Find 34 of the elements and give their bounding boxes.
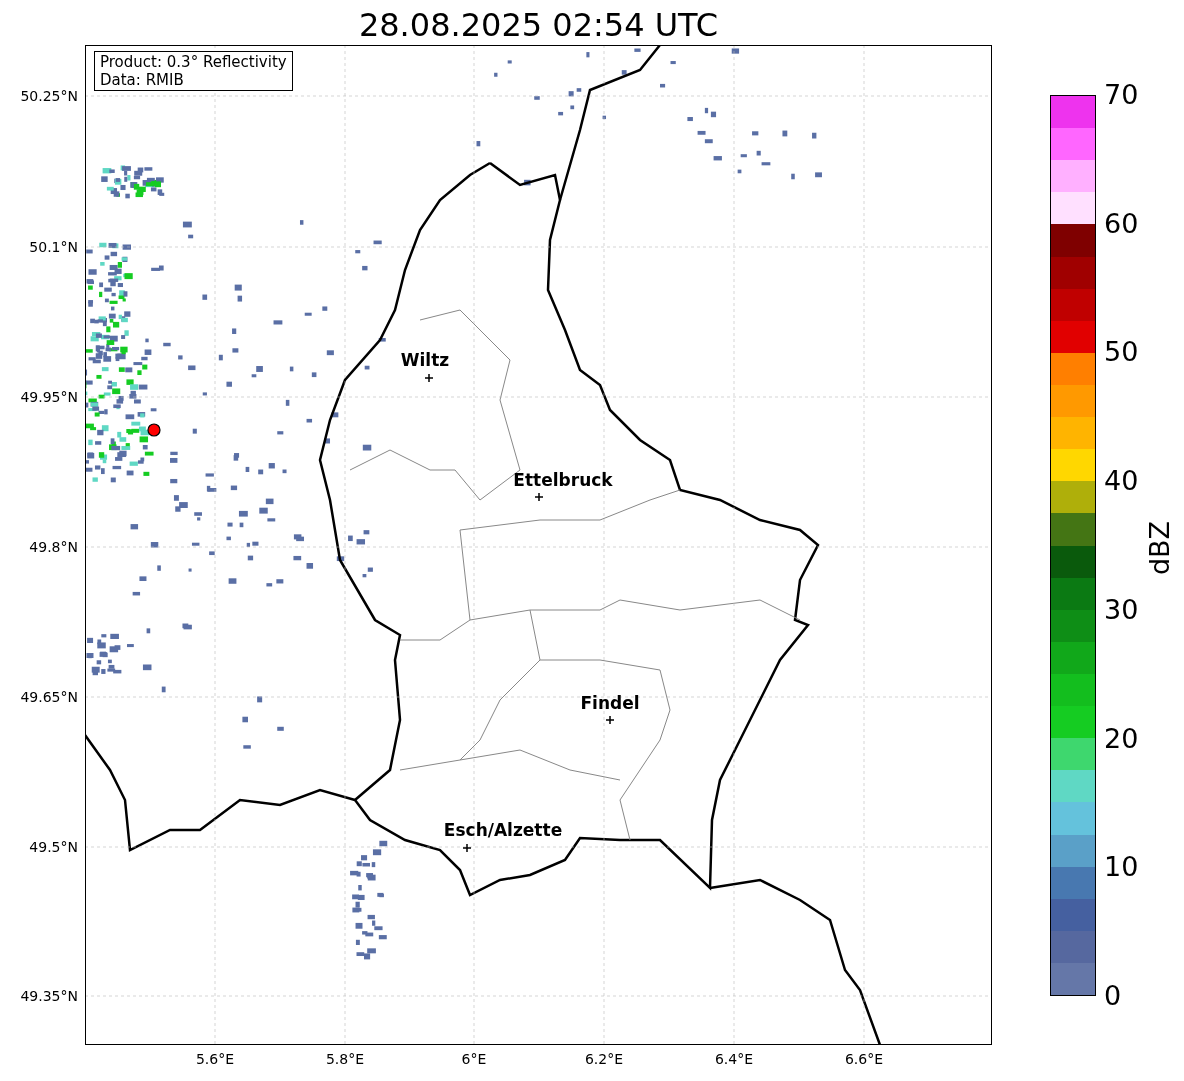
colorbar-tick-label: 0	[1104, 981, 1122, 1011]
y-tick-label: 50.1°N	[29, 238, 78, 256]
city-label: Findel	[580, 693, 640, 713]
colorbar-label: dBZ	[1145, 520, 1175, 576]
y-tick-label: 49.5°N	[29, 838, 78, 856]
city-marker-icon	[463, 844, 471, 852]
x-tick-label: 5.8°E	[325, 1050, 365, 1068]
colorbar-tick-label: 30	[1104, 594, 1139, 625]
colorbar-tick-label: 70	[1104, 80, 1139, 110]
x-tick-label: 6°E	[461, 1050, 487, 1068]
colorbar-tick-label: 50	[1104, 337, 1139, 368]
info-text: Data: RMIB	[100, 71, 185, 89]
x-tick-label: 5.6°E	[195, 1050, 235, 1068]
y-tick-label: 49.35°N	[20, 987, 78, 1005]
y-tick-label: 50.25°N	[20, 87, 78, 105]
city-label: Esch/Alzette	[443, 820, 563, 840]
city-label: Wiltz	[400, 350, 450, 370]
colorbar-tick-label: 20	[1104, 723, 1139, 754]
colorbar-tick-label: 10	[1104, 852, 1139, 883]
radar-site-icon	[147, 423, 161, 437]
colorbar-tick-label: 60	[1104, 208, 1139, 239]
x-tick-label: 6.6°E	[844, 1050, 884, 1068]
y-tick-label: 49.95°N	[20, 388, 78, 406]
city-marker-icon	[425, 374, 433, 382]
y-tick-label: 49.8°N	[29, 538, 78, 556]
city-label: Ettelbruck	[513, 470, 613, 490]
x-tick-label: 6.2°E	[584, 1050, 624, 1068]
city-marker-icon	[606, 716, 614, 724]
city-marker-icon	[535, 493, 543, 501]
x-tick-label: 6.4°E	[714, 1050, 754, 1068]
chart-title: 28.08.2025 02:54 UTC	[357, 5, 720, 45]
colorbar-tick-label: 40	[1104, 466, 1139, 497]
info-text: Product: 0.3° Reflectivity	[100, 53, 287, 71]
y-tick-label: 49.65°N	[20, 688, 78, 706]
